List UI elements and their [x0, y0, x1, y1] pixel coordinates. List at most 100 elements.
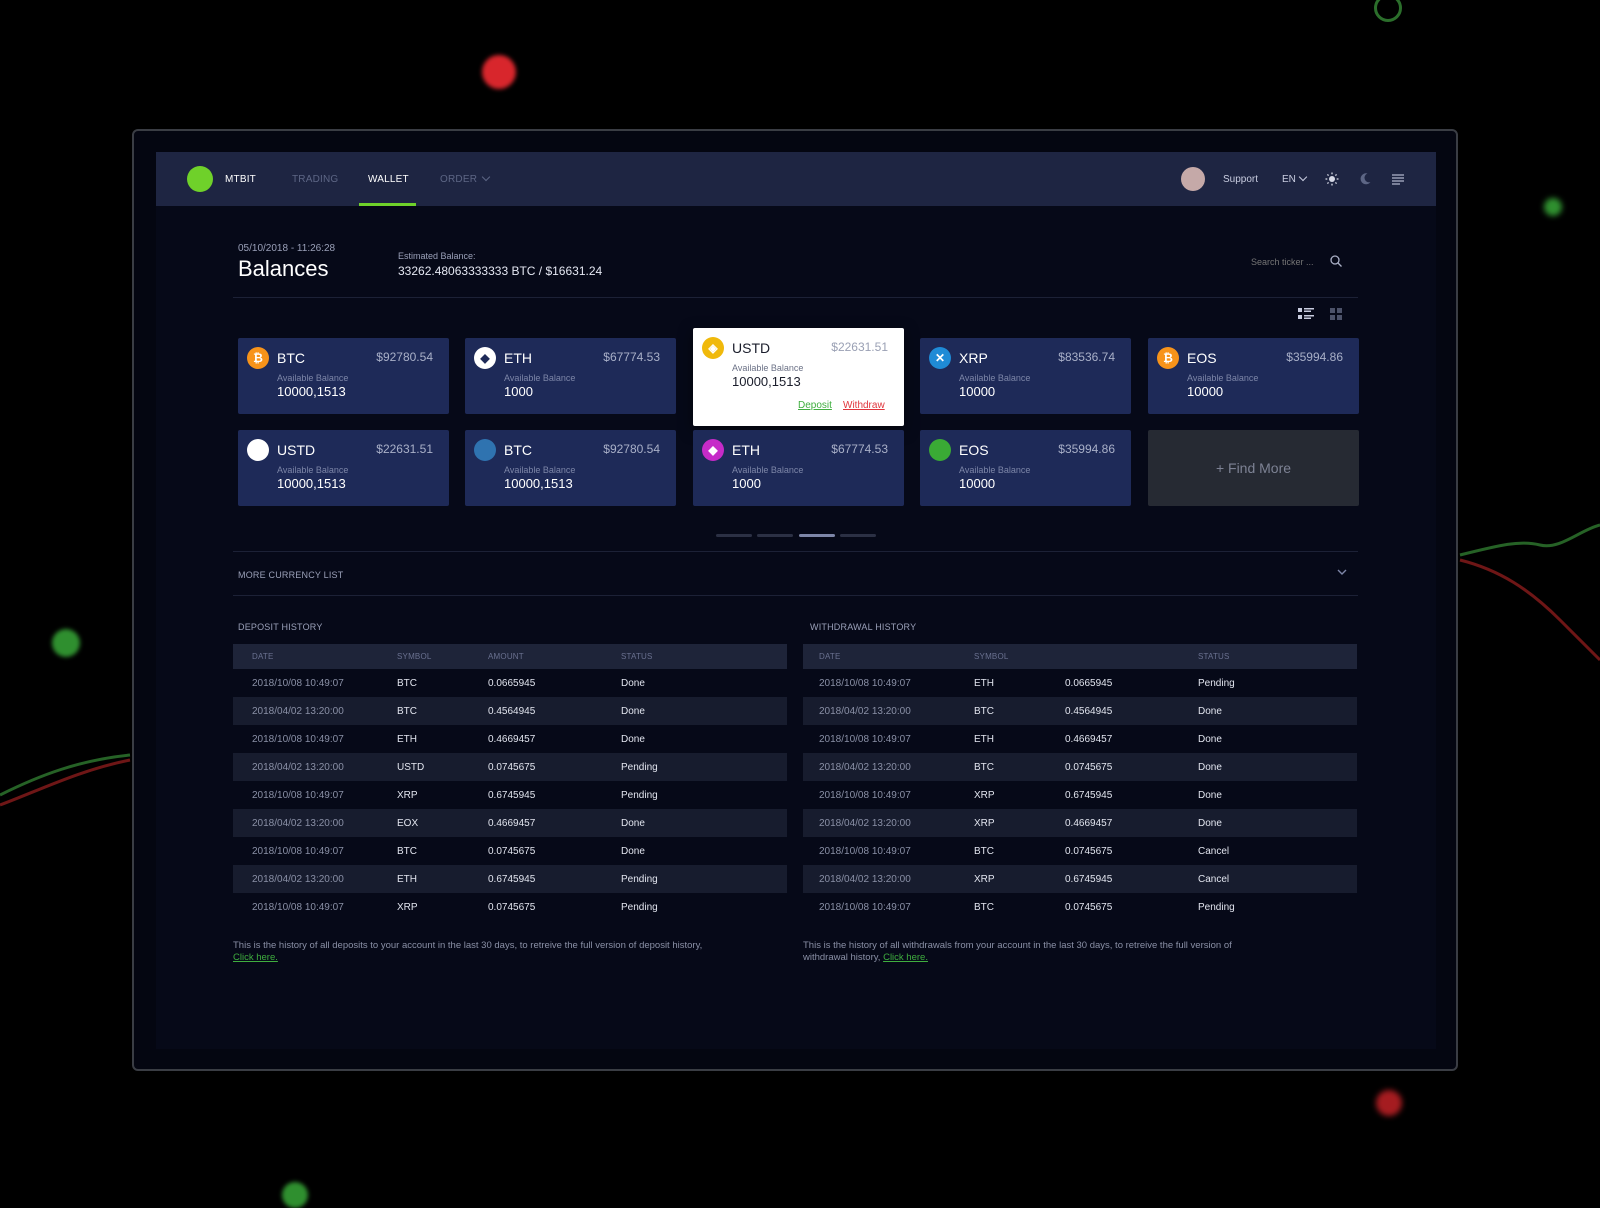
divider	[233, 297, 1358, 298]
table-row[interactable]: 2018/10/08 10:49:07 BTC 0.0745675 Pending	[803, 893, 1357, 921]
support-link[interactable]: Support	[1223, 174, 1258, 185]
card-symbol: XRP	[959, 350, 988, 366]
symbol-cell: BTC	[974, 846, 994, 857]
moon-icon[interactable]	[1358, 172, 1372, 186]
card-price: $83536.74	[1058, 350, 1115, 364]
table-header: DATE SYMBOL STATUS	[803, 644, 1357, 669]
withdraw-link[interactable]: Withdraw	[843, 400, 885, 411]
chevron-down-icon[interactable]	[1336, 566, 1348, 578]
table-row[interactable]: 2018/10/08 10:49:07 ETH 0.4669457 Done	[233, 725, 787, 753]
card-price: $22631.51	[831, 340, 888, 354]
balance-card[interactable]: ₿ BTC $92780.54 Available Balance 10000,1513	[238, 338, 449, 414]
table-row[interactable]: 2018/04/02 13:20:00 BTC 0.4564945 Done	[233, 697, 787, 725]
carousel-dot-active[interactable]	[799, 534, 835, 537]
deposit-history-title: DEPOSIT HISTORY	[238, 622, 323, 632]
table-row[interactable]: 2018/04/02 13:20:00 XRP 0.4669457 Done	[803, 809, 1357, 837]
chevron-down-icon	[1298, 172, 1308, 182]
app-window: MTBIT TRADING WALLET ORDER Support EN 05…	[156, 152, 1436, 1049]
date-cell: 2018/04/02 13:20:00	[252, 762, 344, 773]
language-label: EN	[1282, 174, 1296, 185]
nav-wallet[interactable]: WALLET	[368, 174, 409, 185]
deposit-link[interactable]: Deposit	[798, 400, 832, 411]
column-header[interactable]: DATE	[252, 652, 274, 661]
card-balance-value: 1000	[732, 476, 761, 491]
status-cell: Pending	[1198, 678, 1235, 689]
withdrawal-history-title: WITHDRAWAL HISTORY	[810, 622, 917, 632]
card-balance-label: Available Balance	[732, 465, 804, 475]
column-header[interactable]: STATUS	[621, 652, 653, 661]
table-row[interactable]: 2018/04/02 13:20:00 BTC 0.4564945 Done	[803, 697, 1357, 725]
avatar[interactable]	[1181, 167, 1205, 191]
amount-cell: 0.6745945	[1065, 874, 1113, 885]
list-view-icon[interactable]	[1298, 307, 1314, 321]
ethereum-icon: ◆	[702, 439, 724, 461]
nav-order[interactable]: ORDER	[440, 172, 491, 185]
menu-icon[interactable]	[1391, 172, 1405, 186]
table-row[interactable]: 2018/04/02 13:20:00 XRP 0.6745945 Cancel	[803, 865, 1357, 893]
symbol-cell: ETH	[974, 734, 994, 745]
brand-name[interactable]: MTBIT	[225, 174, 256, 185]
table-row[interactable]: 2018/10/08 10:49:07 XRP 0.6745945 Done	[803, 781, 1357, 809]
bitcoin-icon: ₿	[247, 347, 269, 369]
balance-card[interactable]: ₿ EOS $35994.86 Available Balance 10000	[1148, 338, 1359, 414]
date-cell: 2018/04/02 13:20:00	[819, 874, 911, 885]
amount-cell: 0.6745945	[488, 874, 536, 885]
more-currency-list-toggle[interactable]: MORE CURRENCY LIST	[238, 570, 343, 580]
carousel-dot[interactable]	[840, 534, 876, 537]
symbol-cell: BTC	[397, 678, 417, 689]
find-more-button[interactable]: + Find More	[1148, 430, 1359, 506]
table-row[interactable]: 2018/10/08 10:49:07 XRP 0.6745945 Pending	[233, 781, 787, 809]
column-header[interactable]: STATUS	[1198, 652, 1230, 661]
language-select[interactable]: EN	[1282, 172, 1308, 185]
column-header[interactable]: SYMBOL	[397, 652, 432, 661]
withdrawal-full-history-link[interactable]: Click here.	[883, 952, 928, 963]
table-row[interactable]: 2018/04/02 13:20:00 USTD 0.0745675 Pending	[233, 753, 787, 781]
date-cell: 2018/10/08 10:49:07	[252, 790, 344, 801]
balance-card[interactable]: ◆ ETH $67774.53 Available Balance 1000	[465, 338, 676, 414]
logo-icon[interactable]	[187, 166, 213, 192]
table-row[interactable]: 2018/10/08 10:49:07 ETH 0.4669457 Done	[803, 725, 1357, 753]
status-cell: Done	[621, 678, 645, 689]
table-row[interactable]: 2018/10/08 10:49:07 BTC 0.0665945 Done	[233, 669, 787, 697]
column-header[interactable]: SYMBOL	[974, 652, 1009, 661]
grid-view-icon[interactable]	[1328, 307, 1344, 321]
table-row[interactable]: 2018/10/08 10:49:07 XRP 0.0745675 Pending	[233, 893, 787, 921]
table-row[interactable]: 2018/10/08 10:49:07 ETH 0.0665945 Pending	[803, 669, 1357, 697]
balance-card[interactable]: ◆ ETH $67774.53 Available Balance 1000	[693, 430, 904, 506]
table-row[interactable]: 2018/10/08 10:49:07 BTC 0.0745675 Cancel	[803, 837, 1357, 865]
card-symbol: BTC	[504, 442, 532, 458]
card-price: $67774.53	[831, 442, 888, 456]
symbol-cell: BTC	[974, 762, 994, 773]
sun-icon[interactable]	[1325, 172, 1339, 186]
date-cell: 2018/04/02 13:20:00	[252, 818, 344, 829]
card-balance-label: Available Balance	[504, 465, 576, 475]
table-row[interactable]: 2018/04/02 13:20:00 BTC 0.0745675 Done	[803, 753, 1357, 781]
column-header[interactable]: DATE	[819, 652, 841, 661]
balance-card[interactable]: ◈ USTD $22631.51 Available Balance 10000,151…	[693, 328, 904, 426]
status-cell: Cancel	[1198, 874, 1230, 885]
table-row[interactable]: 2018/04/02 13:20:00 EOX 0.4669457 Done	[233, 809, 787, 837]
table-row[interactable]: 2018/04/02 13:20:00 ETH 0.6745945 Pending	[233, 865, 787, 893]
status-cell: Cancel	[1198, 846, 1230, 857]
column-header[interactable]: AMOUNT	[488, 652, 524, 661]
balance-card[interactable]: EOS $35994.86 Available Balance 10000	[920, 430, 1131, 506]
balance-card[interactable]: USTD $22631.51 Available Balance 10000,1513	[238, 430, 449, 506]
estimated-balance-value: 33262.48063333333 BTC / $16631.24	[398, 264, 603, 278]
date-cell: 2018/10/08 10:49:07	[252, 846, 344, 857]
amount-cell: 0.0745675	[488, 846, 536, 857]
deposit-history-table: DATE SYMBOL AMOUNT STATUS 2018/10/08 10:49:0…	[233, 644, 787, 921]
divider	[233, 595, 1358, 596]
balance-card[interactable]: ✕ XRP $83536.74 Available Balance 10000	[920, 338, 1131, 414]
deposit-full-history-link[interactable]: Click here.	[233, 952, 278, 963]
carousel-dot[interactable]	[757, 534, 793, 537]
ethereum-icon: ◆	[474, 347, 496, 369]
search-input[interactable]	[1249, 256, 1333, 268]
carousel-dot[interactable]	[716, 534, 752, 537]
status-cell: Done	[1198, 706, 1222, 717]
amount-cell: 0.0665945	[488, 678, 536, 689]
balance-card[interactable]: BTC $92780.54 Available Balance 10000,1513	[465, 430, 676, 506]
search-icon[interactable]	[1329, 254, 1343, 268]
binance-icon: ◈	[702, 337, 724, 359]
nav-trading[interactable]: TRADING	[292, 174, 338, 185]
table-row[interactable]: 2018/10/08 10:49:07 BTC 0.0745675 Done	[233, 837, 787, 865]
